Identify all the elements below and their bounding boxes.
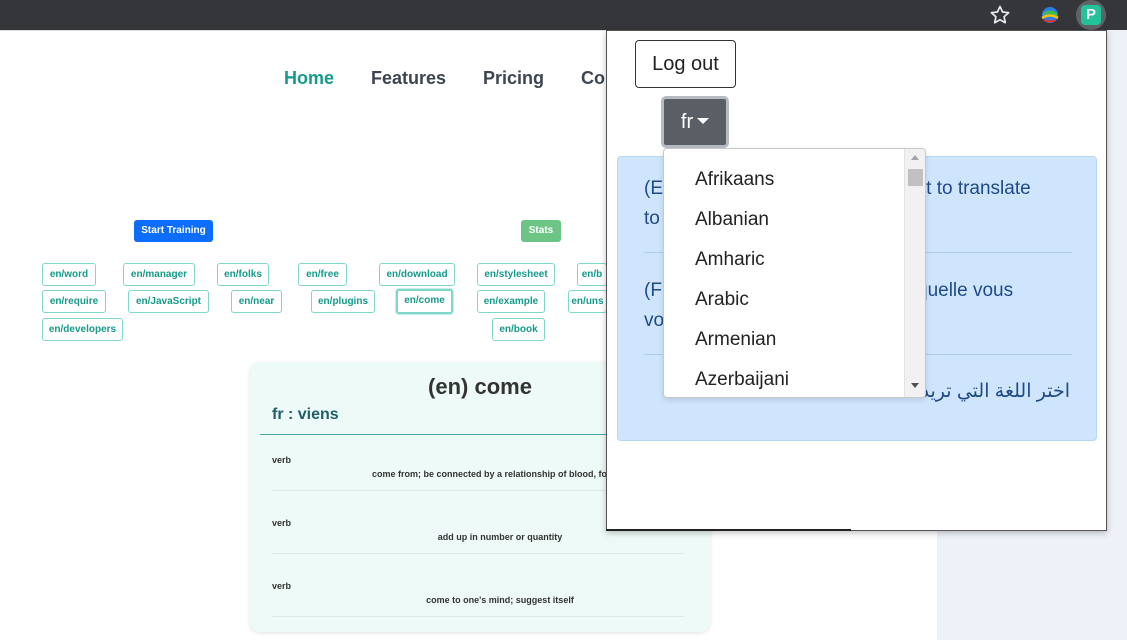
language-option[interactable]: Azerbaijani — [695, 369, 789, 391]
word-tag-selected[interactable]: en/come — [396, 289, 453, 314]
instruction-fr-2: vo — [644, 310, 665, 331]
language-option[interactable]: Afrikaans — [695, 169, 774, 191]
browser-toolbar: P — [0, 0, 1127, 30]
language-code: fr — [680, 111, 694, 133]
word-tag[interactable]: en/manager — [123, 263, 195, 286]
word-tag[interactable]: en/free — [298, 263, 347, 286]
translation-label: fr : viens — [272, 406, 339, 423]
nav-pricing[interactable]: Pricing — [483, 68, 544, 89]
language-dropdown[interactable]: Afrikaans Albanian Amharic Arabic Armeni… — [663, 148, 926, 398]
language-option[interactable]: Armenian — [695, 329, 776, 351]
caret-down-icon — [697, 118, 710, 125]
language-option[interactable]: Amharic — [695, 249, 765, 271]
language-select-button[interactable]: fr — [661, 96, 729, 148]
star-icon[interactable] — [988, 3, 1012, 27]
divider — [272, 553, 684, 554]
part-of-speech: verb — [272, 518, 292, 528]
part-of-speech: verb — [272, 455, 292, 465]
word-tag[interactable]: en/developers — [42, 318, 123, 341]
instruction-ar: اختر اللغة التي تريد — [920, 381, 1070, 402]
logout-button[interactable]: Log out — [635, 40, 736, 88]
page-top-border — [0, 30, 606, 38]
word-tag[interactable]: en/require — [42, 290, 106, 313]
stats-button[interactable]: Stats — [521, 220, 561, 242]
definition-text: come to one's mind; suggest itself — [426, 595, 574, 605]
nav-features[interactable]: Features — [371, 68, 446, 89]
scroll-up-arrow-icon[interactable] — [911, 155, 919, 160]
word-tag[interactable]: en/book — [492, 318, 545, 341]
dropdown-scrollbar[interactable] — [904, 149, 925, 397]
word-tag[interactable]: en/folks — [217, 263, 269, 286]
definition-text: add up in number or quantity — [437, 532, 563, 542]
globe-extension-icon[interactable] — [1038, 3, 1062, 27]
word-tag[interactable]: en/uns — [568, 290, 607, 313]
start-training-button[interactable]: Start Training — [134, 220, 213, 242]
word-tag[interactable]: en/b — [577, 263, 607, 286]
language-option[interactable]: Arabic — [695, 289, 749, 311]
instruction-fr-tail: quelle vous — [917, 280, 1014, 301]
language-option[interactable]: Albanian — [695, 209, 769, 231]
word-tag[interactable]: en/stylesheet — [477, 263, 555, 286]
popup-bottom-edge — [606, 529, 851, 531]
part-of-speech: verb — [272, 581, 292, 591]
word-tag[interactable]: en/word — [42, 263, 96, 286]
p-extension-icon[interactable]: P — [1076, 0, 1106, 30]
instruction-en-2: to — [644, 208, 660, 229]
scroll-down-arrow-icon[interactable] — [911, 383, 919, 388]
extension-popup: Log out fr (Er ant to translate to (Fr q… — [606, 30, 1107, 531]
word-tag[interactable]: en/JavaScript — [128, 290, 209, 313]
scroll-thumb[interactable] — [908, 169, 923, 186]
word-tag[interactable]: en/example — [477, 290, 545, 313]
divider — [272, 616, 684, 617]
word-tag[interactable]: en/plugins — [311, 290, 375, 313]
nav-home[interactable]: Home — [284, 68, 334, 89]
word-tag[interactable]: en/download — [379, 263, 455, 286]
word-tag[interactable]: en/near — [231, 290, 282, 313]
nav-contact[interactable]: Co — [581, 68, 605, 89]
